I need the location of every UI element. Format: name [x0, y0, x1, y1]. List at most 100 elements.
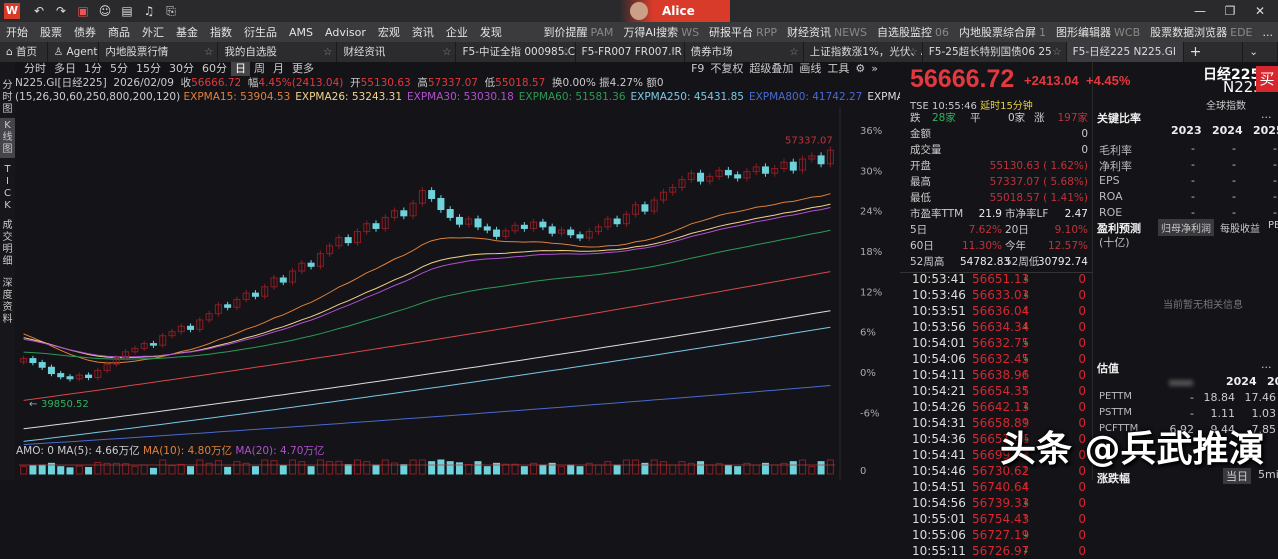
period-9[interactable]: 月 [269, 62, 288, 76]
new-tab-button[interactable]: + [1184, 42, 1244, 62]
chart-tool[interactable]: 不复权 [710, 62, 743, 75]
arrow-down-icon: ↓ [1022, 352, 1030, 367]
sidebar-item-tick[interactable]: TICK [0, 158, 15, 218]
pin-icon[interactable]: ☆ [1052, 42, 1061, 62]
tab[interactable]: 债券市场☆ [685, 42, 804, 62]
quick-link[interactable]: 万得AI搜索WS [618, 24, 704, 40]
tab[interactable]: 内地股票行情☆ [99, 42, 218, 62]
menu-item[interactable]: 外汇 [136, 24, 170, 40]
pin-icon[interactable]: ☆ [442, 42, 451, 62]
tab[interactable]: 上证指数涨1%，光伏、AI☆ [804, 42, 923, 62]
volume-bar [104, 463, 110, 474]
tab[interactable]: F5-中证全指 000985.CSI☆ [456, 42, 575, 62]
f1-icon[interactable]: ⎘ [160, 4, 182, 19]
redo-icon[interactable]: ↷ [50, 4, 72, 18]
menu-item[interactable]: 指数 [204, 24, 238, 40]
candle-up [299, 263, 305, 271]
period-3[interactable]: 5分 [106, 62, 132, 76]
kline-chart-panel[interactable]: 分时多日1分5分15分30分60分日周月更多 F9不复权超级叠加画线工具⚙» N… [15, 62, 900, 480]
period-10[interactable]: 更多 [288, 62, 318, 76]
quick-link[interactable]: 自选股监控06 [872, 24, 954, 40]
pdf-icon[interactable]: ▣ [72, 4, 94, 18]
minimize-button[interactable]: — [1185, 0, 1215, 22]
forecast-tab[interactable]: PE [1265, 219, 1278, 232]
pin-icon[interactable]: ☆ [204, 42, 213, 62]
pin-icon[interactable]: ☆ [789, 42, 798, 62]
maximize-button[interactable]: ❐ [1215, 0, 1245, 22]
buy-button[interactable]: 买 [1256, 66, 1278, 92]
tab[interactable]: F5-日经225 N225.GI [1067, 42, 1184, 62]
volume-bar [447, 462, 453, 474]
period-0[interactable]: 分时 [20, 62, 50, 76]
ratios-more-button[interactable]: ... [1261, 108, 1272, 121]
tick-volume: 0 [1078, 336, 1086, 351]
menu-item[interactable]: 股票 [34, 24, 68, 40]
more-menu-button[interactable]: ... [1258, 26, 1278, 39]
menu-item[interactable]: 发现 [474, 24, 508, 40]
pin-icon[interactable]: ☆ [908, 42, 917, 62]
menu-item[interactable]: 宏观 [372, 24, 406, 40]
ema-params[interactable]: (15,26,30,60,250,800,200,120) [15, 91, 180, 103]
candle-up [95, 370, 101, 377]
volume-bar [568, 465, 574, 474]
forecast-tab[interactable]: 每股收益 [1217, 219, 1263, 236]
menu-item[interactable]: 基金 [170, 24, 204, 40]
sidebar-item-depth[interactable]: 深度资料 [0, 270, 15, 328]
menu-item[interactable]: 商品 [102, 24, 136, 40]
chart-tool[interactable]: 画线 [799, 62, 821, 75]
menu-item[interactable]: 企业 [440, 24, 474, 40]
menu-item[interactable]: 资讯 [406, 24, 440, 40]
period-2[interactable]: 1分 [80, 62, 106, 76]
tab[interactable]: F5-FR007 FR007.IR☆ [576, 42, 685, 62]
undo-icon[interactable]: ↶ [28, 4, 50, 18]
period-5[interactable]: 30分 [165, 62, 198, 76]
tab-list-button[interactable]: ⌄ [1243, 42, 1278, 62]
expand-icon[interactable]: » [871, 62, 878, 75]
chart-tool[interactable]: 超级叠加 [749, 62, 793, 75]
close-button[interactable]: ✕ [1245, 0, 1275, 22]
chart-tool[interactable]: 工具 [827, 62, 849, 75]
volume-bar [271, 461, 277, 474]
quick-link[interactable]: 研报平台RPP [704, 24, 782, 40]
user-badge[interactable]: Alice [620, 0, 730, 22]
period-7[interactable]: 日 [231, 62, 250, 76]
valuation-more-button[interactable]: ... [1261, 358, 1272, 371]
quick-link[interactable]: 财经资讯NEWS [782, 24, 872, 40]
bell-icon[interactable]: ♫ [138, 4, 160, 18]
tab[interactable]: 财经资讯☆ [337, 42, 456, 62]
menu-item[interactable]: AMS [283, 26, 319, 39]
sidebar-item-kline[interactable]: K线图 [0, 118, 15, 158]
volume-bar [744, 463, 750, 474]
period-4[interactable]: 15分 [132, 62, 165, 76]
tab[interactable]: 我的自选股☆ [218, 42, 337, 62]
settings-icon[interactable]: ⚙ [855, 62, 865, 75]
tick-price: 56638.96 [972, 368, 1029, 383]
chat-icon[interactable]: ☺ [94, 4, 116, 18]
volume-bar [549, 463, 555, 474]
tab[interactable]: ⌂ 首页 [0, 42, 48, 62]
quick-link[interactable]: 图形编辑器WCB [1051, 24, 1145, 40]
tick-row: 10:54:1156638.96↑0 [910, 368, 1088, 383]
quick-link[interactable]: 股票数据浏览器EDE [1145, 24, 1257, 40]
menu-item[interactable]: 开始 [0, 24, 34, 40]
tab[interactable]: F5-25超长特别国债06 25☆ [923, 42, 1067, 62]
period-8[interactable]: 周 [250, 62, 269, 76]
sidebar-item-trades[interactable]: 成交明细 [0, 218, 15, 270]
presentation-icon[interactable]: ▤ [116, 4, 138, 18]
menu-item[interactable]: Advisor [319, 26, 372, 39]
chart-tool[interactable]: F9 [691, 62, 704, 75]
volume-bar [48, 463, 54, 474]
period-6[interactable]: 60分 [198, 62, 231, 76]
quick-link[interactable]: 内地股票综合屏1 [954, 24, 1051, 40]
d5-value: 7.62% [960, 222, 1002, 238]
pin-icon[interactable]: ☆ [561, 42, 570, 62]
pin-icon[interactable]: ☆ [670, 42, 679, 62]
sidebar-item-timeshare[interactable]: 分时图 [0, 62, 15, 118]
forecast-tab[interactable]: 归母净利润 [1158, 219, 1214, 236]
menu-item[interactable]: 衍生品 [238, 24, 283, 40]
tab[interactable]: ♙ Agent [48, 42, 100, 62]
pin-icon[interactable]: ☆ [323, 42, 332, 62]
menu-item[interactable]: 债券 [68, 24, 102, 40]
period-1[interactable]: 多日 [50, 62, 80, 76]
quick-link[interactable]: 到价提醒PAM [538, 24, 618, 40]
